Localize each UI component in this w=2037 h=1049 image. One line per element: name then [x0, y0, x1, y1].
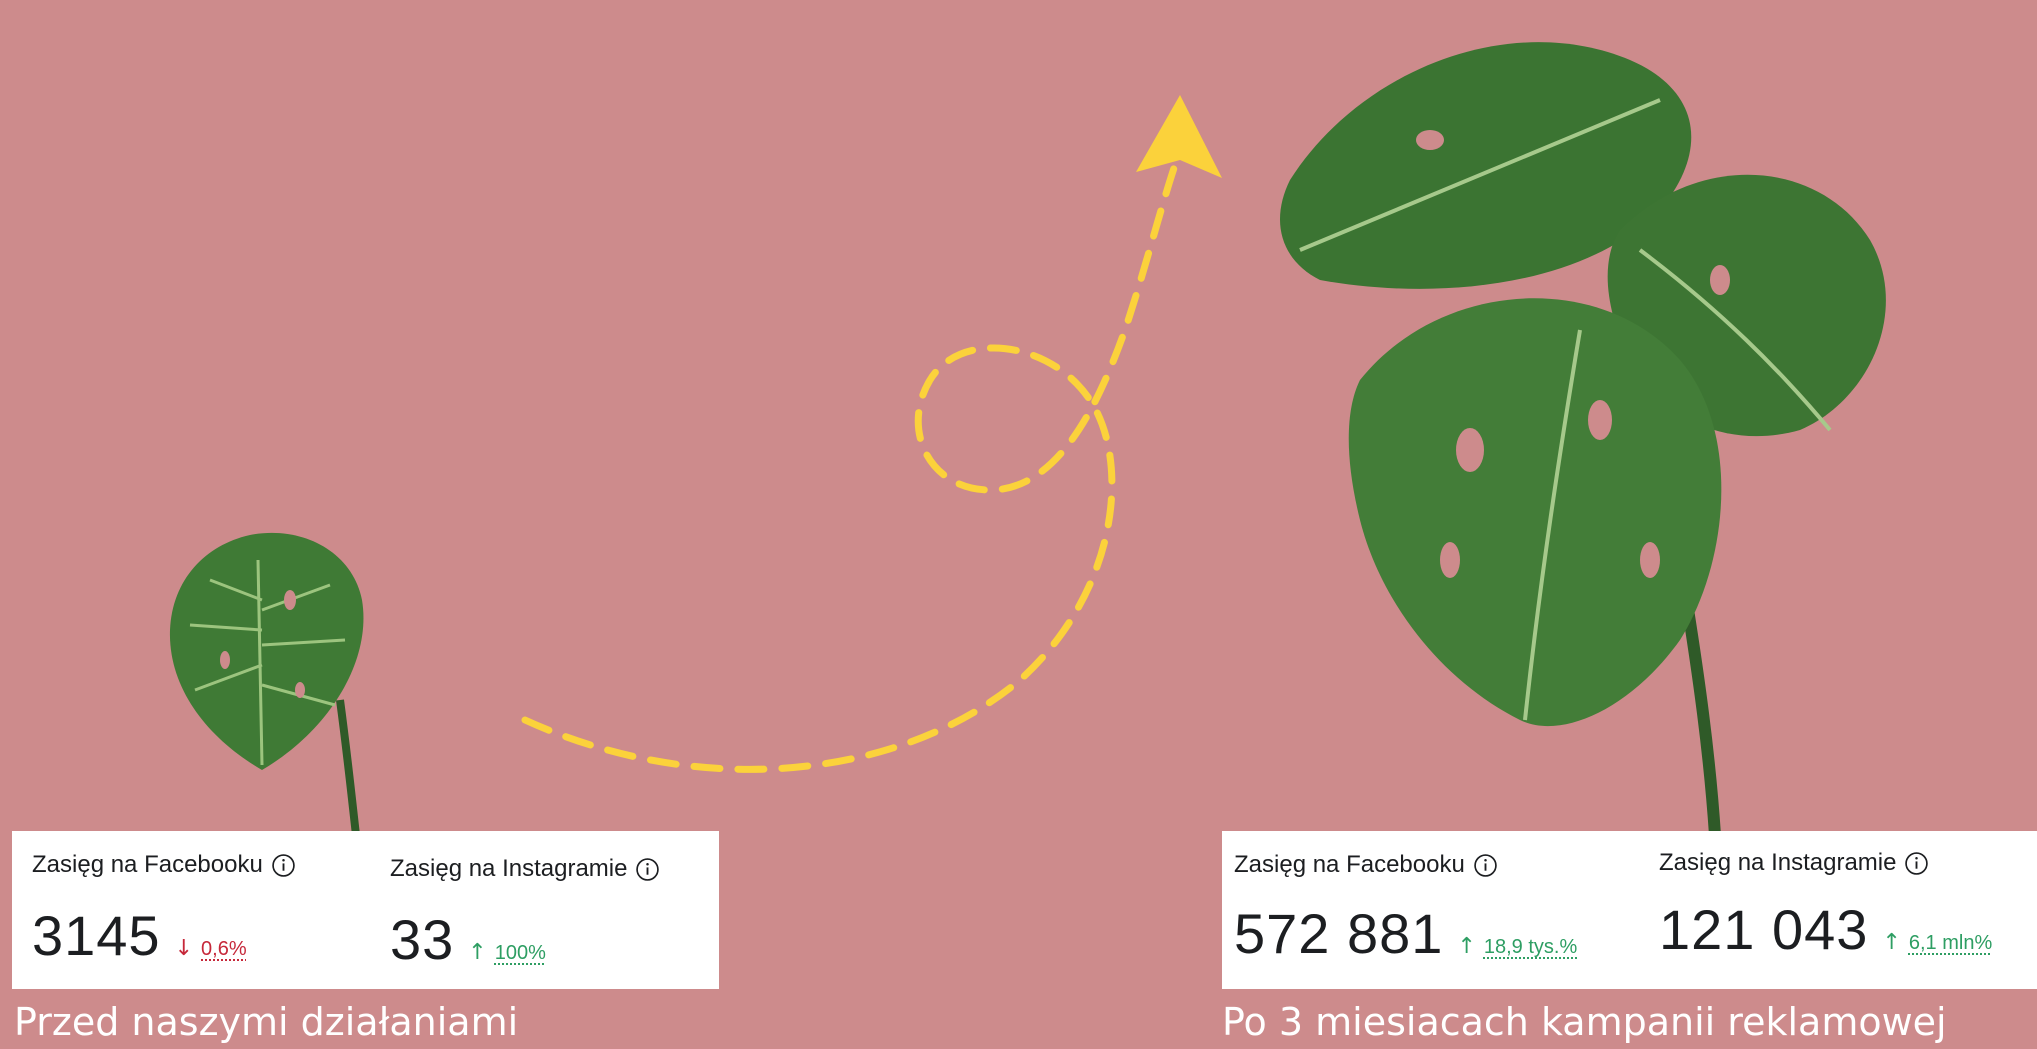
after-caption: Po 3 miesiacach kampanii reklamowej	[1222, 1000, 1947, 1044]
after-instagram-label: Zasięg na Instagramie	[1659, 849, 1929, 877]
before-facebook-change[interactable]: 0,6%	[201, 938, 247, 961]
after-facebook-label: Zasięg na Facebooku	[1234, 851, 1498, 879]
monstera-small-icon	[169, 532, 364, 836]
arrow-up-icon: ↑	[1882, 930, 1901, 955]
after-facebook-value: 572 881	[1234, 902, 1444, 965]
arrow-up-icon: ↑	[468, 940, 487, 965]
info-icon[interactable]	[635, 857, 660, 882]
before-facebook-label: Zasięg na Facebooku	[32, 851, 296, 879]
after-facebook-value-row: 572 881 ↑ 18,9 tys.%	[1234, 901, 1577, 966]
before-instagram-value-row: 33 ↑ 100%	[390, 907, 546, 972]
after-facebook-change[interactable]: 18,9 tys.%	[1484, 936, 1577, 959]
after-instagram-value-row: 121 043 ↑ 6,1 mln%	[1659, 897, 1992, 962]
after-stats-card: Zasięg na Facebooku 572 881 ↑ 18,9 tys.%…	[1222, 831, 2037, 989]
before-stats-card: Zasięg na Facebooku 3145 ↓ 0,6% Zasięg n…	[12, 831, 719, 989]
before-facebook-value-row: 3145 ↓ 0,6%	[32, 903, 247, 968]
after-instagram-change[interactable]: 6,1 mln%	[1909, 932, 1992, 955]
info-icon[interactable]	[271, 853, 296, 878]
monstera-large-icon	[1280, 42, 1886, 836]
before-instagram-change[interactable]: 100%	[495, 942, 546, 965]
dashed-loop-arrow-icon	[521, 95, 1222, 773]
info-icon[interactable]	[1473, 853, 1498, 878]
before-caption: Przed naszymi działaniami	[14, 1000, 519, 1044]
before-facebook-value: 3145	[32, 904, 161, 967]
before-instagram-label: Zasięg na Instagramie	[390, 855, 660, 883]
after-instagram-value: 121 043	[1659, 898, 1869, 961]
before-instagram-value: 33	[390, 908, 455, 971]
arrow-up-icon: ↑	[1457, 934, 1476, 959]
info-icon[interactable]	[1904, 851, 1929, 876]
arrow-down-icon: ↓	[174, 936, 194, 961]
